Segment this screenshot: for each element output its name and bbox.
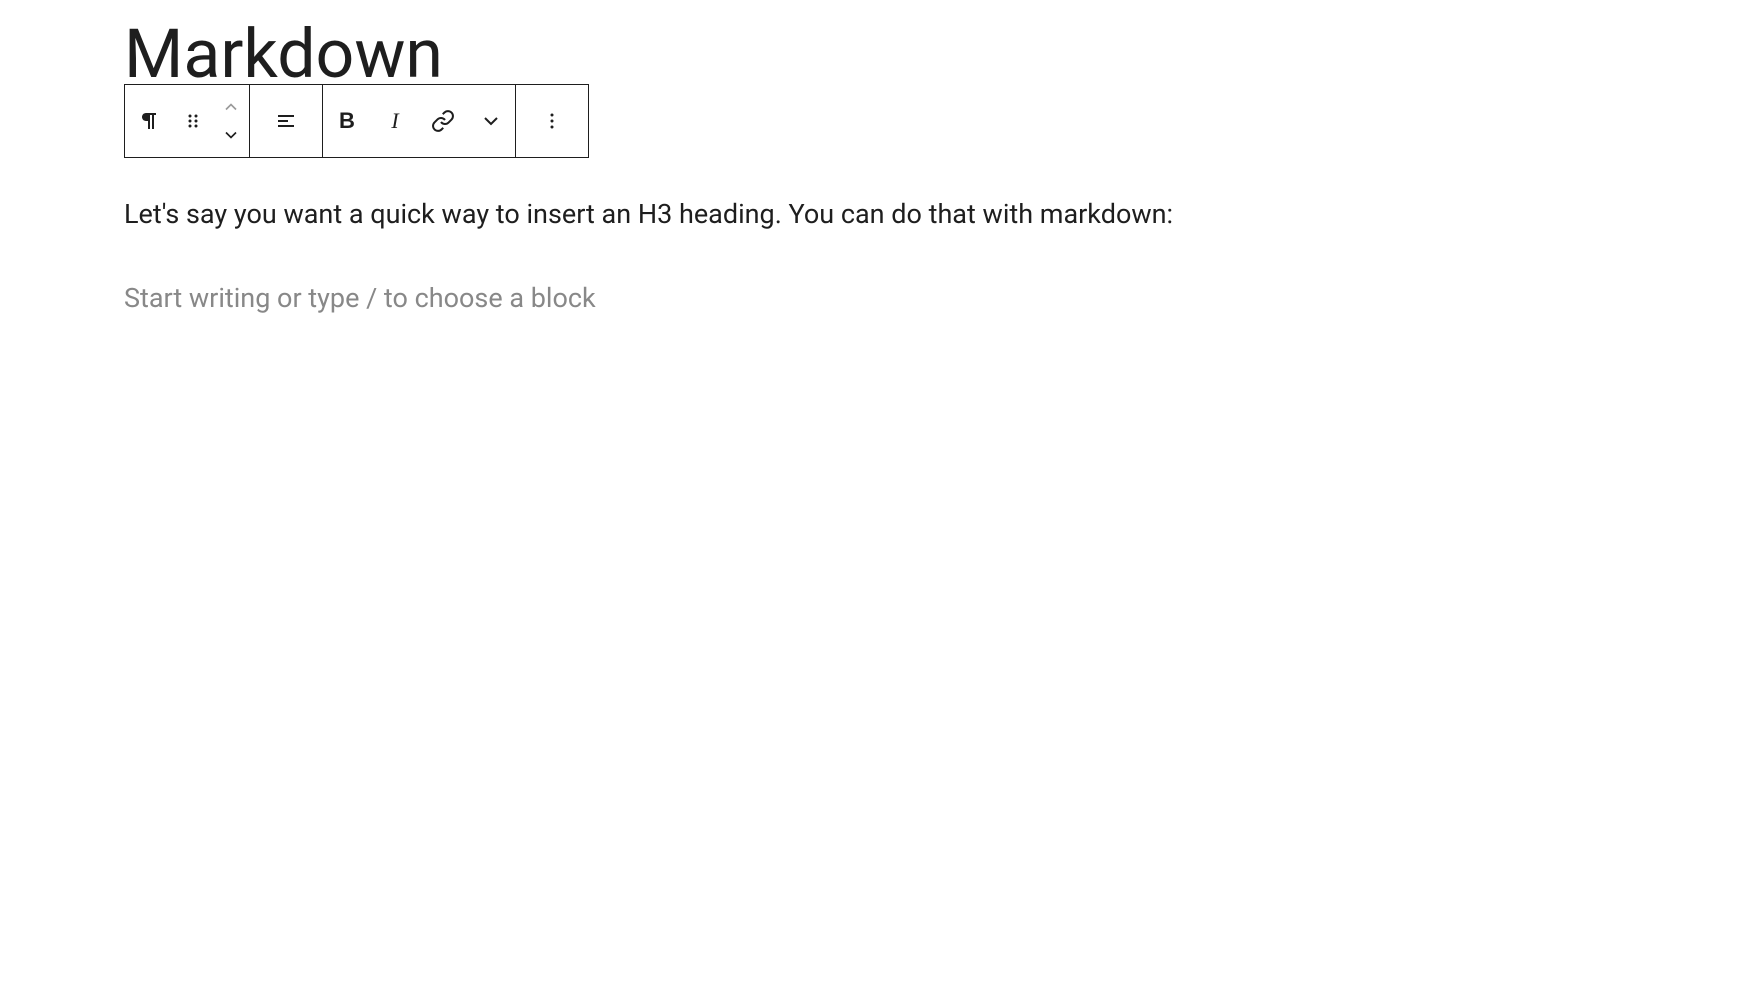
paragraph-block-button[interactable] — [125, 85, 173, 157]
content-paragraph[interactable]: Let's say you want a quick way to insert… — [124, 196, 1749, 234]
link-button[interactable] — [419, 85, 467, 157]
move-up-button[interactable] — [213, 93, 249, 121]
toolbar-group-align — [250, 85, 323, 157]
link-icon — [431, 109, 455, 133]
paragraph-icon — [137, 109, 161, 133]
move-down-button[interactable] — [213, 121, 249, 149]
bold-button[interactable]: B — [323, 85, 371, 157]
chevron-down-icon — [479, 109, 503, 133]
chevron-down-icon — [221, 125, 241, 145]
page-title[interactable]: Markdown — [124, 20, 1749, 88]
toolbar-group-format: B I — [323, 85, 516, 157]
drag-handle-button[interactable] — [173, 85, 213, 157]
more-vertical-icon — [540, 109, 564, 133]
toolbar-group-more — [516, 85, 588, 157]
drag-icon — [181, 109, 205, 133]
move-buttons-group — [213, 85, 249, 157]
bold-icon: B — [339, 108, 355, 134]
empty-block-placeholder[interactable]: Start writing or type / to choose a bloc… — [124, 280, 1749, 318]
more-options-button[interactable] — [516, 85, 588, 157]
italic-icon: I — [391, 108, 398, 134]
italic-button[interactable]: I — [371, 85, 419, 157]
chevron-up-icon — [221, 97, 241, 117]
toolbar-group-block — [125, 85, 250, 157]
more-formatting-button[interactable] — [467, 85, 515, 157]
block-toolbar: B I — [124, 84, 589, 158]
align-left-icon — [274, 109, 298, 133]
align-button[interactable] — [250, 85, 322, 157]
